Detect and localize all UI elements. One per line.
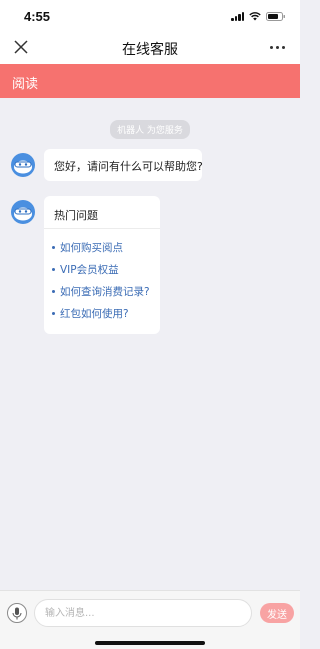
signal-icon bbox=[231, 11, 244, 21]
microphone-icon[interactable] bbox=[7, 603, 27, 623]
faq-item-red-packet[interactable]: 红包如何使用? bbox=[52, 302, 152, 324]
status-bar: 4:55 bbox=[0, 0, 300, 30]
bullet-icon bbox=[52, 267, 55, 271]
faq-item-label: 如何查询消费记录? bbox=[60, 285, 150, 298]
message-input[interactable] bbox=[34, 599, 252, 627]
nav-bar: 在线客服 bbox=[0, 30, 300, 64]
faq-title: 热门问题 bbox=[44, 196, 160, 229]
faq-item-label: 如何购买阅点 bbox=[60, 241, 123, 254]
robot-avatar-icon bbox=[10, 152, 36, 178]
system-tip: 机器人 为您服务 bbox=[0, 118, 300, 139]
banner-label: 阅读 bbox=[12, 77, 39, 92]
faq-item-label: 红包如何使用? bbox=[60, 307, 129, 320]
status-time: 4:55 bbox=[24, 9, 51, 24]
faq-item-vip-benefits[interactable]: VIP会员权益 bbox=[52, 258, 152, 280]
faq-item-buy-points[interactable]: 如何购买阅点 bbox=[52, 236, 152, 258]
bullet-icon bbox=[52, 245, 55, 249]
faq-item-consumption-records[interactable]: 如何查询消费记录? bbox=[52, 280, 152, 302]
page-title: 在线客服 bbox=[122, 42, 178, 58]
send-button[interactable]: 发送 bbox=[260, 603, 294, 623]
faq-item-label: VIP会员权益 bbox=[60, 263, 119, 276]
wifi-icon bbox=[249, 11, 261, 21]
battery-icon bbox=[266, 11, 286, 21]
home-indicator bbox=[95, 641, 205, 645]
bullet-icon bbox=[52, 289, 55, 293]
greeting-message: 您好，请问有什么可以帮助您? bbox=[44, 149, 203, 181]
more-icon[interactable] bbox=[270, 42, 288, 52]
faq-message: 热门问题 如何购买阅点 VIP会员权益 如何查询消费记录? 红包如何使用? bbox=[44, 196, 160, 334]
robot-avatar-icon bbox=[10, 199, 36, 225]
bullet-icon bbox=[52, 311, 55, 315]
reading-banner: 阅读 bbox=[0, 64, 300, 98]
status-icons bbox=[231, 11, 286, 21]
faq-list: 如何购买阅点 VIP会员权益 如何查询消费记录? 红包如何使用? bbox=[44, 229, 160, 324]
system-tip-text: 机器人 为您服务 bbox=[110, 120, 190, 139]
